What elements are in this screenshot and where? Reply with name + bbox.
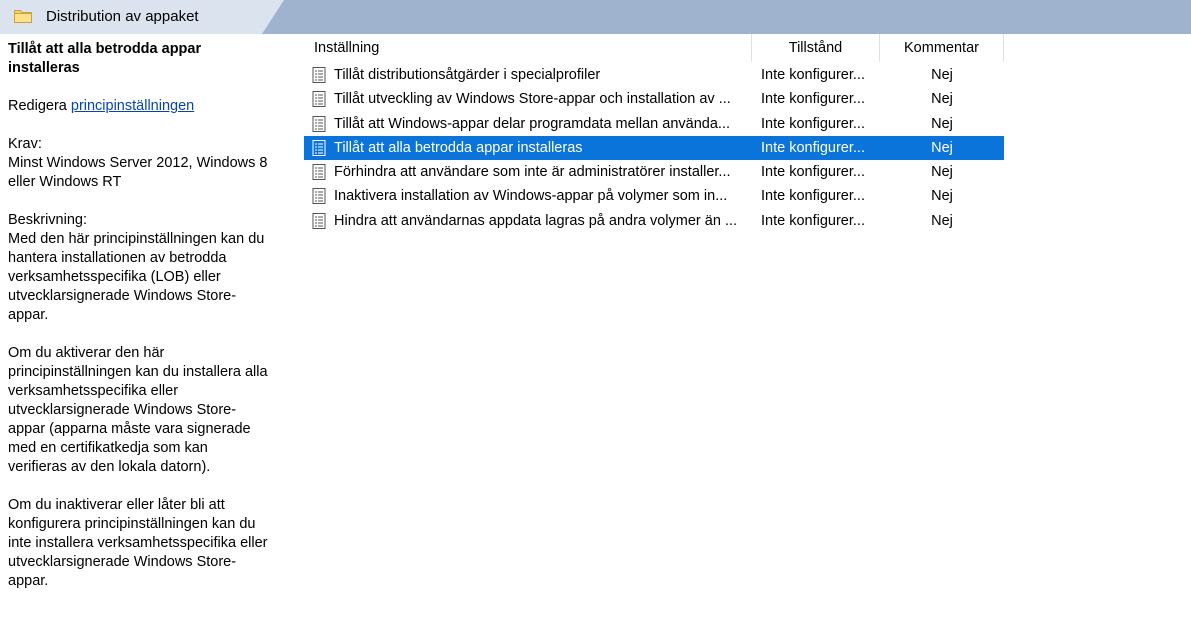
description-paragraph-3: Om du inaktiverar eller låter bli att ko… [8, 497, 268, 589]
table-row[interactable]: Tillåt utveckling av Windows Store-appar… [304, 87, 1004, 111]
setting-name: Tillåt att Windows-appar delar programda… [334, 115, 730, 132]
description-paragraph-2: Om du aktiverar den här principinställni… [8, 345, 268, 475]
setting-comment: Nej [931, 91, 953, 108]
setting-state: Inte konfigurer... [761, 91, 865, 108]
setting-name: Tillåt distributionsåtgärder i specialpr… [334, 67, 601, 83]
setting-state: Inte konfigurer... [761, 164, 865, 181]
setting-name: Tillåt att alla betrodda appar installer… [334, 139, 583, 156]
setting-name: Tillåt utveckling av Windows Store-appar… [334, 91, 731, 108]
edit-prefix: Redigera [8, 98, 71, 114]
policy-setting-icon [312, 212, 327, 229]
policy-setting-icon [312, 67, 327, 83]
edit-line: Redigera principinställningen [8, 97, 270, 116]
edit-policy-link[interactable]: principinställningen [71, 98, 194, 114]
column-header-state[interactable]: Tillstånd [752, 34, 880, 62]
title-tab: Distribution av appaket [0, 0, 284, 34]
table-row[interactable]: Tillåt att Windows-appar delar programda… [304, 112, 1004, 136]
policy-setting-icon [312, 164, 327, 181]
setting-state: Inte konfigurer... [761, 67, 865, 83]
column-header-comment[interactable]: Kommentar [880, 34, 1004, 62]
setting-state: Inte konfigurer... [761, 115, 865, 132]
table-row[interactable]: Tillåt att alla betrodda appar installer… [304, 135, 1004, 161]
description-pane: Tillåt att alla betrodda appar installer… [8, 40, 270, 591]
policy-title: Tillåt att alla betrodda appar installer… [8, 41, 202, 76]
list-rows: Tillåt distributionsåtgärder i specialpr… [304, 63, 1004, 233]
setting-comment: Nej [931, 212, 953, 229]
setting-state: Inte konfigurer... [761, 139, 865, 156]
setting-comment: Nej [931, 139, 953, 156]
description-paragraph-1: Med den här principinställningen kan du … [8, 231, 265, 323]
setting-state: Inte konfigurer... [761, 188, 865, 205]
table-row[interactable]: Förhindra att användare som inte är admi… [304, 160, 1004, 184]
setting-comment: Nej [931, 164, 953, 181]
policy-setting-icon [312, 139, 327, 156]
table-row[interactable]: Tillåt distributionsåtgärder i specialpr… [304, 63, 1004, 87]
settings-list: Inställning Tillstånd Kommentar Tillåt d… [304, 34, 1004, 229]
setting-comment: Nej [931, 67, 953, 83]
column-header-setting[interactable]: Inställning [304, 34, 752, 62]
requirements-text: Minst Windows Server 2012, Windows 8 ell… [8, 155, 268, 190]
policy-setting-icon [312, 188, 327, 205]
folder-icon [14, 10, 32, 23]
setting-state: Inte konfigurer... [761, 212, 865, 229]
setting-comment: Nej [931, 188, 953, 205]
window-title: Distribution av appaket [46, 8, 199, 25]
table-row[interactable]: Hindra att användarnas appdata lagras på… [304, 209, 1004, 233]
setting-name: Hindra att användarnas appdata lagras på… [334, 212, 738, 229]
table-row[interactable]: Inaktivera installation av Windows-appar… [304, 184, 1004, 208]
policy-setting-icon [312, 91, 327, 108]
setting-name: Förhindra att användare som inte är admi… [334, 164, 731, 181]
list-header: Inställning Tillstånd Kommentar [304, 34, 1004, 62]
description-label: Beskrivning: [8, 212, 87, 228]
policy-setting-icon [312, 115, 327, 132]
setting-name: Inaktivera installation av Windows-appar… [334, 188, 728, 205]
requirements-label: Krav: [8, 136, 42, 152]
setting-comment: Nej [931, 115, 953, 132]
